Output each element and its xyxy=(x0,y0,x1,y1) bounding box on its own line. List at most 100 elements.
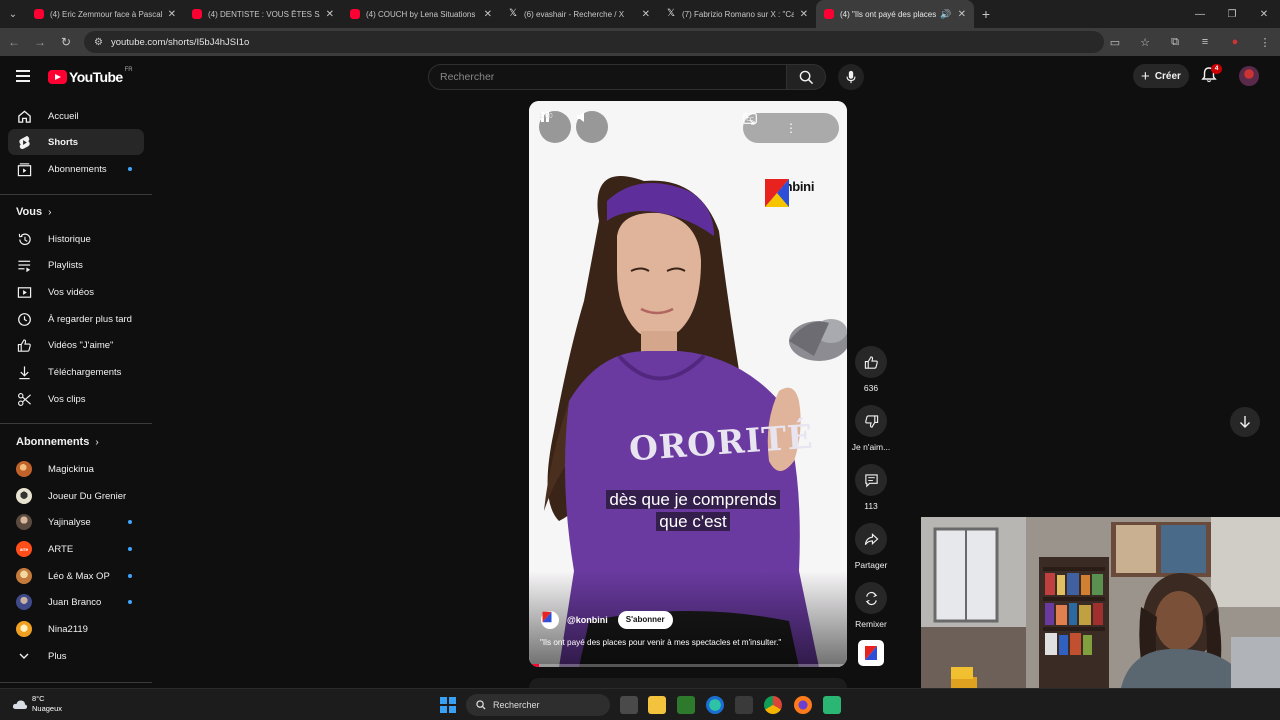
weather-description: Nuageux xyxy=(32,704,63,713)
app-icon[interactable] xyxy=(823,696,841,714)
close-tab-icon[interactable]: ✕ xyxy=(642,9,650,20)
close-tab-icon[interactable]: ✕ xyxy=(800,9,808,20)
back-icon[interactable]: ← xyxy=(2,30,26,54)
voice-search-button[interactable] xyxy=(838,64,864,90)
dislike-button[interactable] xyxy=(855,405,887,437)
share-button[interactable] xyxy=(855,523,887,555)
browser-menu-icon[interactable]: ⋮ xyxy=(1250,36,1280,49)
url-field[interactable]: ⚙ youtube.com/shorts/I5bJ4hJSI1o xyxy=(84,31,1104,53)
like-button[interactable] xyxy=(855,346,887,378)
like-action[interactable]: 636 xyxy=(848,346,894,393)
notification-badge: 4 xyxy=(1211,64,1222,74)
browser-tab[interactable]: (4) DENTISTE : VOUS ÊTES SALE ✕ xyxy=(184,0,342,28)
next-short-button[interactable] xyxy=(1230,407,1260,437)
profile-icon[interactable]: ● xyxy=(1220,36,1250,48)
create-button[interactable]: + Créer xyxy=(1133,64,1189,88)
more-options-icon[interactable]: ⋮ xyxy=(785,121,797,135)
next-short-preview[interactable] xyxy=(529,678,847,688)
sidebar-item-downloads[interactable]: Téléchargements xyxy=(8,359,144,385)
you-heading-label: Vous xyxy=(16,206,43,218)
comments-button[interactable] xyxy=(855,464,887,496)
microsoft-store-icon[interactable] xyxy=(735,696,753,714)
forward-icon[interactable]: → xyxy=(28,30,52,54)
menu-icon[interactable] xyxy=(16,70,30,82)
chrome-icon[interactable] xyxy=(764,696,782,714)
sidebar-item-label: Historique xyxy=(48,233,91,245)
sidebar-item-subscriptions[interactable]: Abonnements xyxy=(8,156,144,182)
sidebar-item-playlists[interactable]: Playlists xyxy=(8,252,144,278)
sidebar-item-history[interactable]: Historique xyxy=(8,226,144,252)
xbox-icon[interactable] xyxy=(677,696,695,714)
audio-source-thumbnail[interactable] xyxy=(858,640,884,666)
sidebar-item-watch-later[interactable]: À regarder plus tard xyxy=(8,306,144,332)
channel-avatar xyxy=(16,488,32,504)
cast-icon[interactable]: ▭ xyxy=(1100,36,1130,49)
volume-button[interactable] xyxy=(576,111,608,143)
comments-action[interactable]: 113 xyxy=(848,464,894,511)
notifications-button[interactable]: 4 xyxy=(1200,64,1222,88)
tab-search-icon[interactable]: ⌄ xyxy=(0,0,26,28)
remix-button[interactable] xyxy=(855,582,887,614)
tab-title: (6) evashair - Recherche / X xyxy=(524,9,625,19)
subscription-channel[interactable]: Joueur Du Grenier xyxy=(8,483,144,509)
subtitle-line: que c'est xyxy=(656,512,730,531)
subscription-channel[interactable]: Léo & Max OP xyxy=(8,563,144,589)
subscription-channel[interactable]: Magickirua xyxy=(8,456,144,482)
close-tab-icon[interactable]: ✕ xyxy=(484,9,492,20)
browser-tab[interactable]: (4) Eric Zemmour face à Pascal ✕ xyxy=(26,0,184,28)
task-view-icon[interactable] xyxy=(620,696,638,714)
browser-tab[interactable]: 𝕏 (6) evashair - Recherche / X ✕ xyxy=(500,0,658,28)
dislike-action[interactable]: Je n'aim... xyxy=(848,405,894,452)
close-tab-icon[interactable]: ✕ xyxy=(168,9,176,20)
windows-start-icon[interactable] xyxy=(440,697,456,713)
weather-widget[interactable]: 8°C Nuageux xyxy=(12,694,62,714)
shorts-video-player[interactable]: ORORITÉ 1:00 CC ⋮ Konbini dès que je com… xyxy=(529,101,847,667)
search-button[interactable] xyxy=(786,64,826,90)
sidebar-show-more[interactable]: Plus xyxy=(8,643,144,669)
minimize-icon[interactable]: — xyxy=(1184,0,1216,28)
you-section-heading[interactable]: Vous › xyxy=(16,206,51,218)
close-tab-icon[interactable]: ✕ xyxy=(958,9,966,20)
firefox-icon[interactable] xyxy=(794,696,812,714)
browser-tab[interactable]: (4) COUCH by Lena Situations ✕ xyxy=(342,0,500,28)
sidebar-item-home[interactable]: Accueil xyxy=(8,103,144,129)
new-tab-button[interactable]: + xyxy=(974,6,998,22)
share-action[interactable]: Partager xyxy=(848,523,894,570)
sidebar-item-liked-videos[interactable]: Vidéos "J'aime" xyxy=(8,332,144,358)
sidebar-item-shorts[interactable]: Shorts xyxy=(8,129,144,155)
progress-bar[interactable] xyxy=(529,664,847,667)
restore-icon[interactable]: ❐ xyxy=(1216,0,1248,28)
site-info-icon[interactable]: ⚙ xyxy=(94,37,103,48)
taskbar-search[interactable]: Rechercher xyxy=(466,694,610,716)
file-explorer-icon[interactable] xyxy=(648,696,666,714)
subscription-channel[interactable]: Nina2119 xyxy=(8,616,144,642)
remix-action[interactable]: Remixer xyxy=(848,582,894,629)
subscriptions-section-heading[interactable]: Abonnements › xyxy=(16,436,99,448)
sidebar-item-your-videos[interactable]: Vos vidéos xyxy=(8,279,144,305)
search-input[interactable] xyxy=(440,71,786,83)
bookmark-star-icon[interactable]: ☆ xyxy=(1130,36,1160,49)
speaker-icon[interactable]: 🔊 xyxy=(940,9,951,20)
youtube-logo[interactable]: YouTube FR xyxy=(48,67,133,85)
close-tab-icon[interactable]: ✕ xyxy=(326,9,334,20)
channel-handle[interactable]: @konbini xyxy=(567,615,608,625)
subscription-channel[interactable]: arte ARTE xyxy=(8,536,144,562)
browser-tab-active[interactable]: (4) "Ils ont payé des places 🔊 ✕ xyxy=(816,0,974,28)
player-controls-group: CC ⋮ xyxy=(743,113,839,143)
reload-icon[interactable]: ↻ xyxy=(54,30,78,54)
subscription-channel[interactable]: Yajinalyse xyxy=(8,509,144,535)
account-avatar[interactable] xyxy=(1239,66,1259,86)
media-control-icon[interactable]: ≡ xyxy=(1190,36,1220,48)
share-label: Partager xyxy=(854,560,888,570)
sidebar-item-clips[interactable]: Vos clips xyxy=(8,386,144,412)
short-description[interactable]: "Ils ont payé des places pour venir à me… xyxy=(540,638,781,647)
extensions-icon[interactable]: ⧉ xyxy=(1160,36,1190,49)
close-window-icon[interactable]: ✕ xyxy=(1248,0,1280,28)
subscribe-button[interactable]: S'abonner xyxy=(617,611,673,629)
youtube-icon xyxy=(192,9,202,19)
channel-avatar[interactable] xyxy=(541,611,559,629)
comment-count: 113 xyxy=(864,501,878,511)
subscription-channel[interactable]: Juan Branco xyxy=(8,589,144,615)
browser-tab[interactable]: 𝕏 (7) Fabrizio Romano sur X : "Ca ✕ xyxy=(658,0,816,28)
edge-browser-icon[interactable] xyxy=(706,696,724,714)
